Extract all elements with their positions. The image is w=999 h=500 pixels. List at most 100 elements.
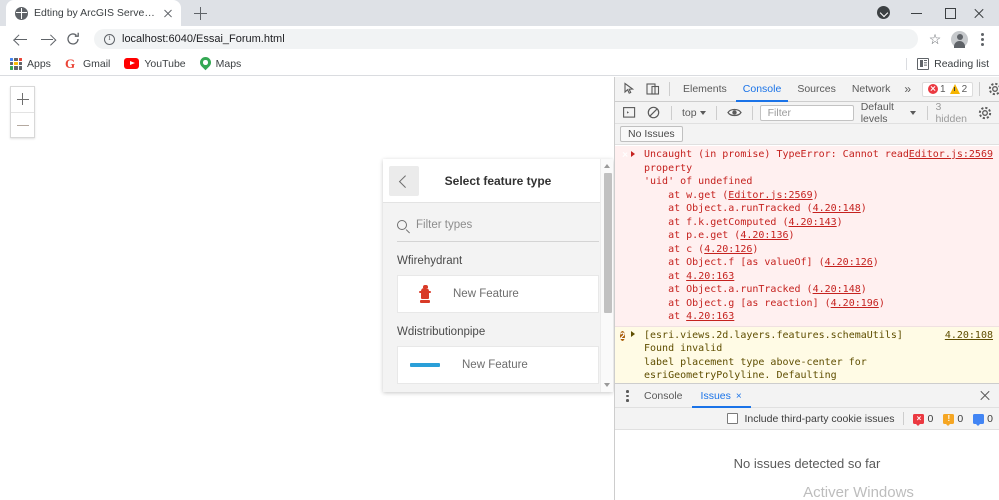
third-party-cookie-checkbox[interactable] bbox=[727, 413, 739, 424]
issue-count-error: × 0 bbox=[913, 413, 933, 426]
scrollbar-thumb[interactable] bbox=[603, 173, 612, 313]
warning-issue-count: 0 bbox=[957, 412, 964, 425]
console-filter[interactable] bbox=[759, 104, 854, 121]
scroll-down-icon[interactable] bbox=[604, 383, 610, 387]
tab-console[interactable]: Console bbox=[736, 77, 789, 102]
drawer-menu-button[interactable] bbox=[619, 385, 635, 407]
warning-icon bbox=[949, 84, 960, 94]
expand-arrow-icon[interactable] bbox=[631, 150, 635, 157]
stack-link[interactable]: 4.20:148 bbox=[813, 203, 861, 214]
filter-types-row[interactable] bbox=[397, 208, 599, 242]
new-tab-button[interactable] bbox=[188, 2, 214, 24]
inspect-element-icon[interactable] bbox=[619, 79, 640, 100]
stack-link[interactable]: 4.20:126 bbox=[825, 257, 873, 268]
scroll-up-icon[interactable] bbox=[604, 164, 610, 168]
error-icon bbox=[928, 84, 939, 94]
console-settings-gear-icon[interactable] bbox=[974, 102, 995, 123]
log-levels-selector[interactable]: Default levels bbox=[857, 101, 921, 125]
divider bbox=[979, 82, 981, 96]
log-levels-label: Default levels bbox=[860, 100, 894, 125]
console-message-list[interactable]: Uncaught (in promise) TypeError: Cannot … bbox=[615, 146, 999, 383]
fire-hydrant-icon bbox=[419, 285, 431, 303]
bookmark-apps[interactable]: Apps bbox=[10, 57, 51, 70]
back-button[interactable] bbox=[8, 26, 34, 52]
console-message-source[interactable]: 4.20:108 bbox=[945, 329, 993, 343]
site-info-icon[interactable] bbox=[104, 33, 115, 45]
console-error-message[interactable]: Uncaught (in promise) TypeError: Cannot … bbox=[615, 146, 999, 327]
filter-types-input[interactable] bbox=[414, 217, 599, 232]
execution-context-selector[interactable]: top bbox=[679, 107, 709, 119]
map-viewport[interactable]: Select feature type Wfirehydrant New Fea… bbox=[0, 77, 614, 500]
panel-scrollbar[interactable] bbox=[600, 159, 613, 392]
device-toolbar-icon[interactable] bbox=[642, 79, 663, 100]
drawer-tab-console[interactable]: Console bbox=[635, 384, 692, 408]
stack-frame: at w.get (Editor.js:2569) bbox=[644, 189, 819, 201]
console-filter-input[interactable] bbox=[765, 105, 848, 120]
zoom-out-button[interactable] bbox=[11, 112, 34, 137]
feature-type-item[interactable]: New Feature bbox=[397, 346, 599, 384]
window-close-button[interactable] bbox=[966, 0, 999, 26]
minimize-button[interactable] bbox=[900, 0, 933, 26]
stack-link[interactable]: 4.20:136 bbox=[740, 230, 788, 241]
line-symbol-icon bbox=[410, 363, 440, 367]
browser-menu-button[interactable] bbox=[973, 28, 991, 50]
stack-link[interactable]: 4.20:163 bbox=[686, 311, 734, 322]
close-icon[interactable] bbox=[161, 6, 175, 20]
feature-type-item[interactable]: New Feature bbox=[397, 275, 599, 313]
reading-list-icon bbox=[917, 57, 930, 70]
drawer-close-button[interactable] bbox=[975, 385, 995, 407]
chevron-down-icon bbox=[699, 110, 706, 115]
bookmark-maps[interactable]: Maps bbox=[200, 57, 241, 70]
forward-button[interactable] bbox=[34, 26, 60, 52]
globe-icon bbox=[15, 6, 28, 20]
browser-window: Edting by ArcGIS Server Online localhost… bbox=[0, 0, 999, 500]
gear-icon[interactable] bbox=[984, 79, 999, 100]
window-controls bbox=[867, 0, 999, 26]
avatar[interactable] bbox=[951, 30, 968, 48]
stack-link[interactable]: 4.20:143 bbox=[789, 217, 837, 228]
issue-badges[interactable]: 1 2 bbox=[922, 81, 974, 97]
stack-link[interactable]: 4.20:148 bbox=[813, 284, 861, 295]
console-sidebar-icon[interactable] bbox=[619, 102, 640, 123]
bookmark-star-icon[interactable]: ☆ bbox=[924, 28, 946, 50]
stack-frame: at 4.20:163 bbox=[644, 270, 735, 282]
panel-header: Select feature type bbox=[383, 159, 613, 203]
chevron-left-icon[interactable] bbox=[389, 165, 419, 196]
expand-arrow-icon[interactable] bbox=[631, 331, 635, 337]
tab-sources[interactable]: Sources bbox=[790, 77, 843, 102]
maximize-button[interactable] bbox=[933, 0, 966, 26]
stack-link[interactable]: Editor.js:2569 bbox=[728, 190, 812, 201]
more-tabs-button[interactable]: » bbox=[899, 77, 916, 102]
download-button[interactable] bbox=[867, 0, 900, 26]
stack-frame: at Object.a.runTracked (4.20:148) bbox=[644, 203, 867, 214]
feature-type-label: New Feature bbox=[462, 359, 528, 371]
stack-link[interactable]: 4.20:196 bbox=[831, 298, 879, 309]
reload-button[interactable] bbox=[60, 26, 86, 52]
stack-frame: at c (4.20:126) bbox=[644, 243, 759, 255]
live-expression-icon[interactable] bbox=[724, 102, 745, 123]
info-issue-count: 0 bbox=[987, 412, 993, 425]
bookmark-gmail[interactable]: G Gmail bbox=[65, 57, 110, 70]
console-message-source[interactable]: Editor.js:2569 bbox=[909, 148, 993, 162]
stack-link[interactable]: 4.20:163 bbox=[686, 271, 734, 282]
close-icon[interactable]: × bbox=[736, 391, 742, 402]
address-bar[interactable]: localhost:6040/Essai_Forum.html bbox=[94, 29, 918, 49]
devtools-toolbar-right bbox=[975, 78, 999, 100]
address-bar-url: localhost:6040/Essai_Forum.html bbox=[122, 33, 285, 45]
clear-console-icon[interactable] bbox=[643, 102, 664, 123]
no-issues-button[interactable]: No Issues bbox=[620, 126, 683, 142]
tab-network[interactable]: Network bbox=[845, 77, 898, 102]
stack-link[interactable]: 4.20:126 bbox=[704, 244, 752, 255]
issue-count-warning: ! 0 bbox=[943, 412, 964, 426]
reading-list-button[interactable]: Reading list bbox=[906, 57, 989, 70]
error-issue-icon: × bbox=[913, 413, 925, 426]
warning-badge: 2 bbox=[949, 84, 967, 95]
zoom-in-button[interactable] bbox=[11, 87, 34, 112]
drawer-tab-issues[interactable]: Issues × bbox=[692, 384, 751, 408]
console-warning-message[interactable]: 2 [esri.views.2d.layers.features.schemaU… bbox=[615, 326, 999, 383]
browser-tab[interactable]: Edting by ArcGIS Server Online bbox=[6, 0, 181, 26]
bookmark-youtube[interactable]: YouTube bbox=[124, 58, 186, 70]
console-message-text: Uncaught (in promise) TypeError: Cannot … bbox=[644, 149, 909, 174]
hidden-messages-count: 3 hidden bbox=[935, 100, 967, 125]
tab-elements[interactable]: Elements bbox=[676, 77, 734, 102]
